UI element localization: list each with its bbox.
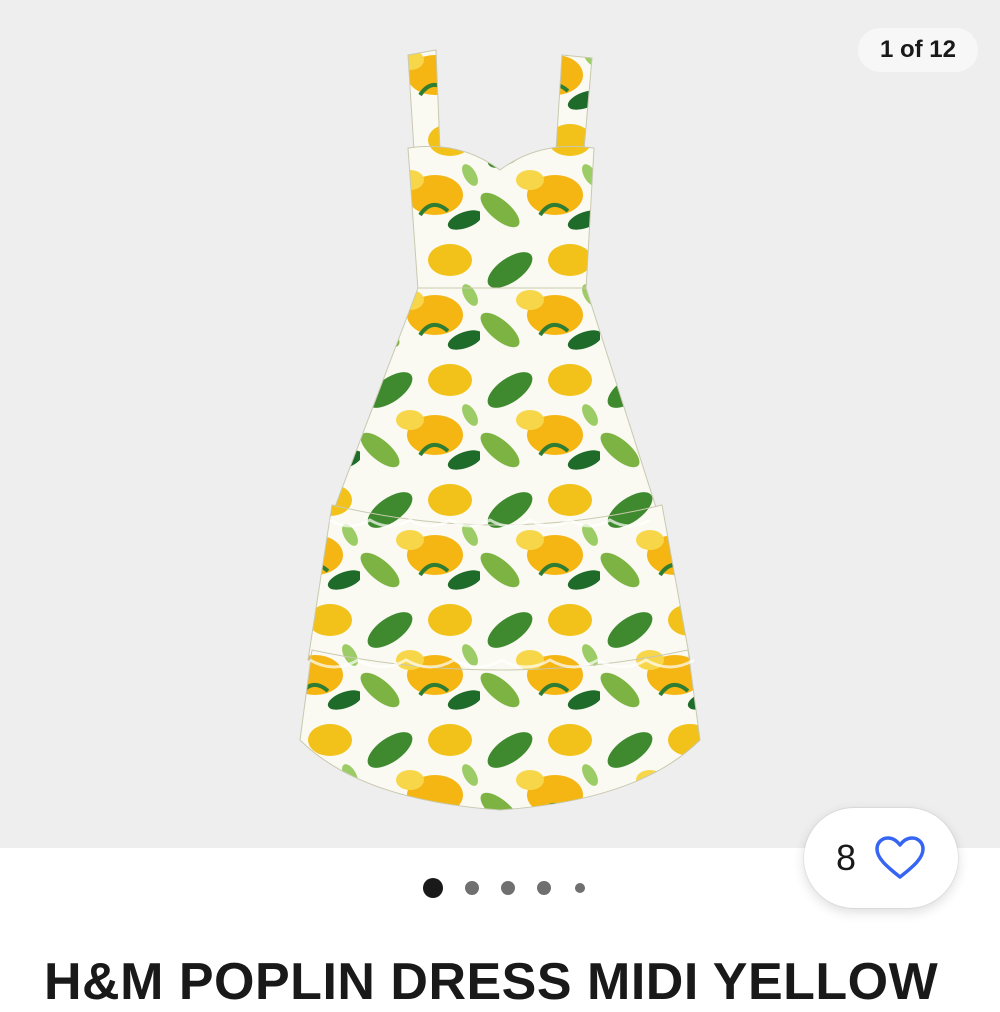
image-counter-text: 1 of 12	[879, 36, 956, 63]
carousel-dot[interactable]	[537, 881, 551, 895]
carousel-dot[interactable]	[501, 881, 515, 895]
carousel-dot[interactable]	[575, 883, 585, 893]
image-gallery[interactable]: 1 of 12	[0, 0, 1000, 848]
image-counter: 1 of 12	[857, 28, 978, 72]
carousel-dot[interactable]	[423, 878, 443, 898]
listing-title: H&M POPLIN DRESS MIDI YELLOW	[44, 953, 939, 1011]
carousel-dots	[0, 872, 1000, 904]
product-image[interactable]	[0, 0, 1000, 848]
carousel-dot[interactable]	[465, 881, 479, 895]
